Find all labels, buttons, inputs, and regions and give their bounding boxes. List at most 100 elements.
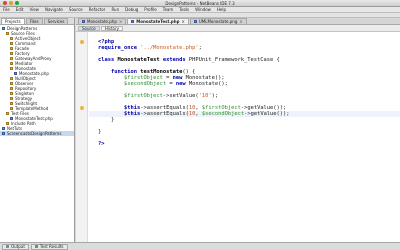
tree-item-label: ScreencastsDesignPatterns [7,131,62,136]
code-token: MonostateTest [117,57,163,63]
code-token: require_once [98,45,141,51]
folder-icon [10,87,13,90]
hint-icon[interactable] [80,40,84,44]
output-icon [6,245,9,248]
code-line: } [98,129,101,135]
code-token: ->setValue( [162,93,199,99]
code-token: ->assertEquals( [140,111,189,117]
tab-files[interactable]: Files [25,18,43,24]
menu-refactor[interactable]: Refactor [89,7,106,12]
file-tab-label: Monostate.php [87,19,117,24]
code-token: extends [162,57,189,63]
tab-services[interactable]: Services [43,18,69,24]
code-token: class [98,57,118,63]
folder-icon [10,37,13,40]
folder-icon [10,67,13,70]
close-window-icon[interactable] [3,1,7,5]
code-token: $this [123,111,141,117]
window-title-bar: DesignPatterns - NetBeans IDE 7.3 [0,0,400,7]
php-file-icon [82,20,85,23]
folder-icon [10,62,13,65]
file-tab-label: UMLMonostate.png [198,19,238,24]
folder-icon [10,47,13,50]
folder-icon [10,107,13,110]
test-results-tab[interactable]: Test Results [30,243,68,250]
output-tab[interactable]: Output [2,243,29,250]
code-token: $secondObject [201,111,245,117]
code-token: PHPUnit_Framework_TestCase { [188,57,280,63]
file-tab-label: MonostateTest.php [136,19,180,24]
menu-profile[interactable]: Profile [144,7,156,12]
menu-help[interactable]: Help [217,7,226,12]
hint-icon[interactable] [80,106,84,110]
left-panel-tabs: Projects Files Services [0,18,74,25]
code-line: $firstObject->setValue('10'); [98,93,218,99]
menu-file[interactable]: File [3,7,10,12]
maximize-window-icon[interactable] [15,1,19,5]
menu-navigate[interactable]: Navigate [45,7,63,12]
code-token: ; [198,45,202,51]
code-line: require_once '../Monostate.php'; [98,45,202,51]
window-controls [3,1,19,5]
menu-run[interactable]: Run [111,7,119,12]
line-gutter [76,32,88,242]
code-token: $secondObject [123,81,167,87]
project-icon [2,127,5,130]
source-view-button[interactable]: Source [78,25,100,31]
code-line: class MonostateTest extends PHPUnit_Fram… [98,57,280,63]
code-token: } [98,117,115,123]
test-results-icon [34,245,38,248]
folder-icon [6,122,9,125]
code-token: $firstObject [123,93,163,99]
bottom-tab-label: Output [11,244,25,249]
code-editor[interactable]: <?php require_once '../Monostate.php'; cla… [76,32,400,242]
folder-icon [10,77,13,80]
folder-icon [6,112,9,115]
bottom-tabs-bar: Output Test Results [0,242,400,250]
editor-panel: Monostate.php × MonostateTest.php × UMLMonos… [76,18,400,242]
folder-icon [10,57,13,60]
folder-icon [6,32,9,35]
menu-edit[interactable]: Edit [16,7,24,12]
php-file-icon [14,72,17,75]
php-file-icon [10,117,13,120]
menu-window[interactable]: Window [195,7,211,12]
folder-icon [10,82,13,85]
menu-debug[interactable]: Debug [125,7,138,12]
tree-item[interactable]: ScreencastsDesignPatterns [0,131,74,136]
folder-icon [10,102,13,105]
file-tab[interactable]: Monostate.php × [78,18,127,24]
menu-view[interactable]: View [29,7,39,12]
project-tree: DesignPatterns Source Files ActiveObject Co… [0,25,74,136]
project-icon [2,27,5,30]
php-file-icon [131,20,135,23]
editor-file-tabs: Monostate.php × MonostateTest.php × UMLMonos… [76,18,400,25]
folder-icon [10,52,13,55]
menu-tools[interactable]: Tools [179,7,189,12]
history-view-button[interactable]: History [100,25,123,31]
close-tab-icon[interactable]: × [239,19,242,24]
menu-team[interactable]: Team [163,7,174,12]
code-token: = [166,81,176,87]
close-tab-icon[interactable]: × [119,19,122,24]
code-line: } [98,117,114,123]
code-line: $this->assertEquals(10, $secondObject->g… [98,111,290,117]
code-token: Monostate(); [188,81,228,87]
code-token: new [175,81,189,87]
close-tab-icon[interactable]: × [182,19,185,24]
menu-source[interactable]: Source [69,7,83,12]
window-title: DesignPatterns - NetBeans IDE 7.3 [165,0,235,6]
folder-icon [10,97,13,100]
bottom-tab-label: Test Results [39,244,64,249]
code-line: $secondObject = new Monostate(); [98,81,228,87]
minimize-window-icon[interactable] [9,1,13,5]
code-token: ->getValue()); [244,111,290,117]
file-tab[interactable]: UMLMonostate.png × [189,18,247,24]
code-line: ?> [98,141,105,147]
php-file-icon [193,20,197,23]
file-tab[interactable]: MonostateTest.php × [127,18,189,24]
code-token: } [98,129,102,135]
tab-projects[interactable]: Projects [1,18,25,24]
